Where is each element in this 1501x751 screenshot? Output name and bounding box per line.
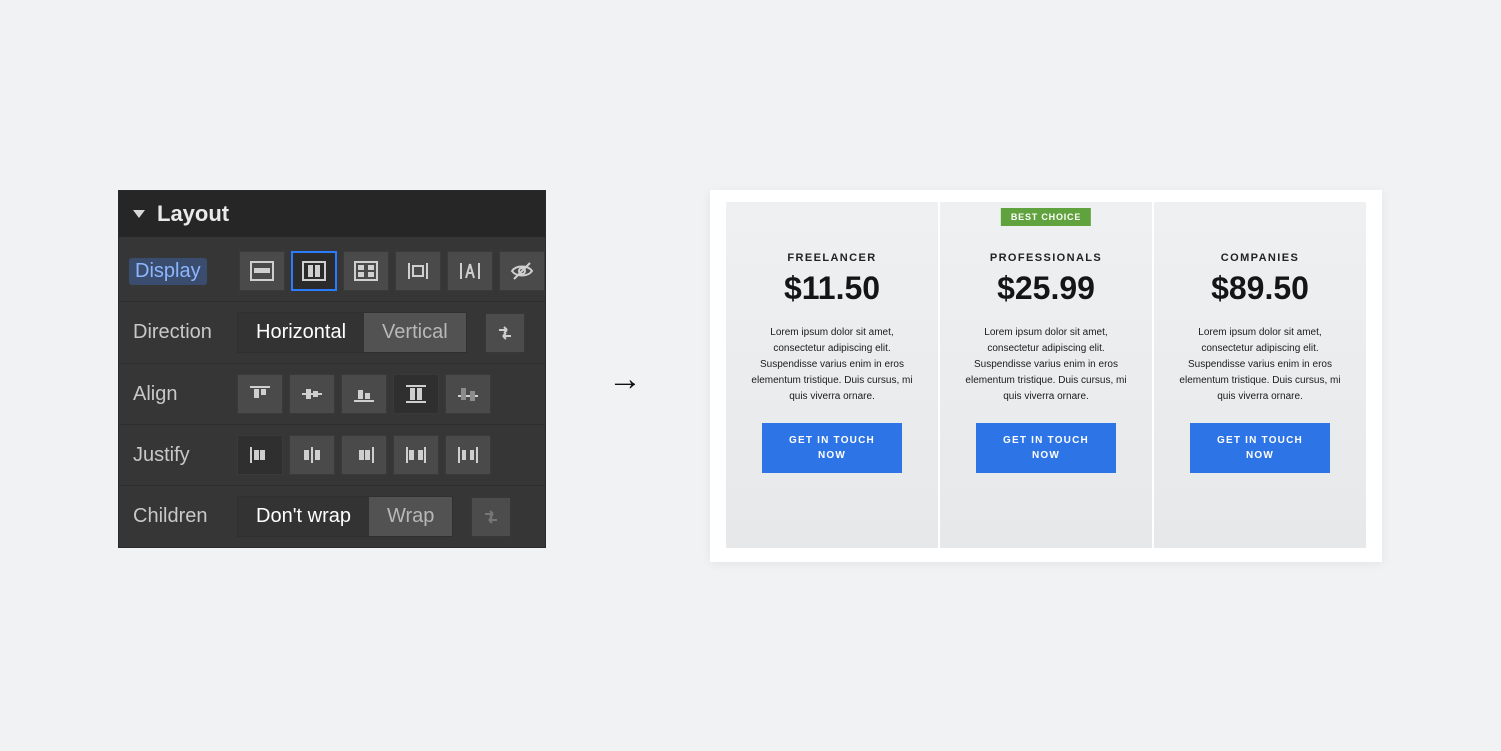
layout-panel: Layout Display	[118, 190, 546, 548]
price: $11.50	[784, 270, 880, 307]
caret-down-icon	[133, 210, 145, 218]
description: Lorem ipsum dolor sit amet, consectetur …	[1172, 325, 1348, 405]
justify-around-icon	[455, 444, 481, 466]
justify-space-around-button[interactable]	[445, 435, 491, 475]
justify-end-button[interactable]	[341, 435, 387, 475]
display-none-button[interactable]	[499, 251, 545, 291]
justify-start-button[interactable]	[237, 435, 283, 475]
pricing-card-companies: COMPANIES $89.50 Lorem ipsum dolor sit a…	[1154, 202, 1366, 548]
align-buttons	[237, 374, 491, 414]
children-reverse-button[interactable]	[471, 497, 511, 537]
align-end-button[interactable]	[341, 374, 387, 414]
label-align: Align	[129, 383, 225, 406]
justify-start-icon	[247, 444, 273, 466]
arrow-right-icon: →	[608, 360, 642, 399]
align-baseline-button[interactable]	[445, 374, 491, 414]
cta-button[interactable]: GET IN TOUCH NOW	[1190, 423, 1330, 473]
tier-label: FREELANCER	[787, 252, 876, 264]
direction-segment: Horizontal Vertical	[237, 312, 467, 353]
cta-button[interactable]: GET IN TOUCH NOW	[762, 423, 902, 473]
price: $89.50	[1211, 270, 1309, 307]
align-stretch-button[interactable]	[393, 374, 439, 414]
children-segment: Don't wrap Wrap	[237, 496, 453, 537]
row-align: Align	[119, 363, 545, 424]
row-children: Children Don't wrap Wrap	[119, 485, 545, 547]
row-display: Display	[119, 237, 545, 301]
pricing-card-professionals: BEST CHOICE PROFESSIONALS $25.99 Lorem i…	[940, 202, 1154, 548]
description: Lorem ipsum dolor sit amet, consectetur …	[744, 325, 920, 405]
grid-icon	[353, 260, 379, 282]
align-center-button[interactable]	[289, 374, 335, 414]
inline-icon	[457, 260, 483, 282]
display-grid-button[interactable]	[343, 251, 389, 291]
children-wrap-button[interactable]: Wrap	[369, 497, 452, 536]
row-justify: Justify	[119, 424, 545, 485]
row-direction: Direction Horizontal Vertical	[119, 301, 545, 363]
justify-between-icon	[403, 444, 429, 466]
align-stretch-icon	[403, 383, 429, 405]
price: $25.99	[997, 270, 1095, 307]
description: Lorem ipsum dolor sit amet, consectetur …	[958, 325, 1134, 405]
align-start-button[interactable]	[237, 374, 283, 414]
label-justify: Justify	[129, 444, 225, 467]
direction-horizontal-button[interactable]: Horizontal	[238, 313, 364, 352]
eye-off-icon	[509, 260, 535, 282]
display-inline-button[interactable]	[447, 251, 493, 291]
cta-button[interactable]: GET IN TOUCH NOW	[976, 423, 1116, 473]
flex-icon	[301, 260, 327, 282]
justify-space-between-button[interactable]	[393, 435, 439, 475]
pricing-card-freelancer: FREELANCER $11.50 Lorem ipsum dolor sit …	[726, 202, 940, 548]
justify-center-button[interactable]	[289, 435, 335, 475]
justify-center-icon	[299, 444, 325, 466]
best-choice-badge: BEST CHOICE	[1001, 208, 1091, 226]
display-inline-block-button[interactable]	[395, 251, 441, 291]
display-buttons	[239, 251, 545, 291]
justify-end-icon	[351, 444, 377, 466]
align-center-icon	[299, 383, 325, 405]
justify-buttons	[237, 435, 491, 475]
reverse-icon	[495, 323, 515, 343]
label-children: Children	[129, 505, 225, 528]
align-start-icon	[247, 383, 273, 405]
panel-title: Layout	[157, 201, 229, 227]
direction-vertical-button[interactable]: Vertical	[364, 313, 466, 352]
direction-reverse-button[interactable]	[485, 313, 525, 353]
panel-header[interactable]: Layout	[119, 191, 545, 237]
tier-label: PROFESSIONALS	[990, 252, 1102, 264]
inline-block-icon	[405, 260, 431, 282]
display-block-button[interactable]	[239, 251, 285, 291]
pricing-preview: FREELANCER $11.50 Lorem ipsum dolor sit …	[710, 190, 1382, 562]
align-end-icon	[351, 383, 377, 405]
block-icon	[249, 260, 275, 282]
label-display: Display	[129, 258, 207, 285]
display-flex-button[interactable]	[291, 251, 337, 291]
tier-label: COMPANIES	[1221, 252, 1299, 264]
align-baseline-icon	[455, 383, 481, 405]
reverse-icon	[481, 507, 501, 527]
label-direction: Direction	[129, 321, 225, 344]
children-nowrap-button[interactable]: Don't wrap	[238, 497, 369, 536]
